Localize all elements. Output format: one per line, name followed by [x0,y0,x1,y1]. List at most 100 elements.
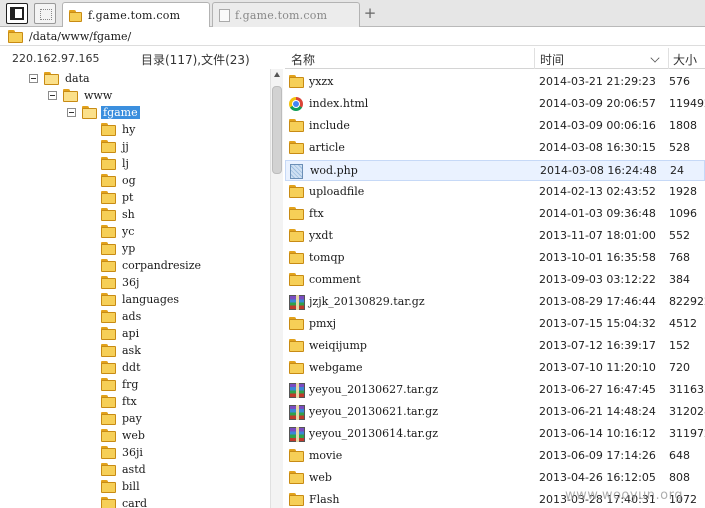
file-row[interactable]: yeyou_20130621.tar.gz 2013-06-21 14:48:24… [285,402,705,423]
scrollbar-thumb[interactable] [272,86,282,174]
file-name: movie [309,449,343,462]
tree-node-ads[interactable]: ads [101,308,141,325]
file-time: 2014-03-21 21:29:23 [539,75,656,88]
folder-icon [101,140,117,153]
file-row[interactable]: yeyou_20130614.tar.gz 2013-06-14 10:16:12… [285,424,705,445]
tree-node-languages[interactable]: languages [101,291,179,308]
tree-node-hy[interactable]: hy [101,121,135,138]
tree-node-data[interactable]: data [29,70,90,87]
file-list: yxzx 2014-03-21 21:29:23 576 index.html 2014… [285,72,705,508]
file-row[interactable]: comment 2013-09-03 03:12:22 384 [285,270,705,291]
file-time: 2013-08-29 17:46:44 [539,295,656,308]
folder-icon [101,123,117,136]
file-size: 808 [669,471,690,484]
file-row[interactable]: webgame 2013-07-10 11:20:10 720 [285,358,705,379]
tree-node-label: ads [122,310,142,323]
folder-icon [289,361,305,374]
folder-icon [289,141,305,154]
file-time: 2013-10-01 16:35:58 [539,251,656,264]
file-name: ftx [309,207,324,220]
file-time: 2013-06-14 10:16:12 [539,427,656,440]
file-size: 311972 [669,427,705,440]
tree-node-www[interactable]: www [48,87,113,104]
folder-icon [101,480,117,493]
tree-node-fgame[interactable]: fgame [67,104,140,121]
chrome-icon [289,97,303,111]
file-name: article [309,141,345,154]
tab-overview-button[interactable] [34,3,56,24]
new-tab-button[interactable]: + [362,4,378,22]
collapse-icon[interactable] [29,74,38,83]
tree-node-ask[interactable]: ask [101,342,141,359]
tree-node-yp[interactable]: yp [101,240,135,257]
tree-node-ddt[interactable]: ddt [101,359,141,376]
file-row[interactable]: tomqp 2013-10-01 16:35:58 768 [285,248,705,269]
tree-node-frg[interactable]: frg [101,376,138,393]
tree-node-label: api [122,327,140,340]
file-row[interactable]: ftx 2014-01-03 09:36:48 1096 [285,204,705,225]
file-row[interactable]: yxzx 2014-03-21 21:29:23 576 [285,72,705,93]
file-row[interactable]: pmxj 2013-07-15 15:04:32 4512 [285,314,705,335]
file-name: jzjk_20130829.tar.gz [309,295,425,308]
tab-active[interactable]: f.game.tom.com [62,2,210,28]
tree-scrollbar[interactable] [270,69,283,508]
sidebar-toggle-button[interactable] [6,3,28,24]
tree-node-yc[interactable]: yc [101,223,134,240]
tree-node-bill[interactable]: bill [101,478,140,495]
tree-node-36ji[interactable]: 36ji [101,444,143,461]
file-row[interactable]: article 2014-03-08 16:30:15 528 [285,138,705,159]
file-size: 552 [669,229,690,242]
file-time: 2014-03-08 16:30:15 [539,141,656,154]
collapse-icon[interactable] [48,91,57,100]
folder-icon [101,157,117,170]
tree-node-og[interactable]: og [101,172,136,189]
file-size: 1928 [669,185,697,198]
folder-icon [101,225,117,238]
column-size[interactable]: 大小 [673,51,697,68]
file-row[interactable]: yxdt 2013-11-07 18:01:00 552 [285,226,705,247]
address-bar[interactable]: /data/www/fgame/ [0,27,705,46]
scroll-up-arrow-icon[interactable] [274,72,280,77]
file-row[interactable]: include 2014-03-09 00:06:16 1808 [285,116,705,137]
file-row[interactable]: wod.php 2014-03-08 16:24:48 24 [285,160,705,181]
file-name: yeyou_20130627.tar.gz [309,383,438,396]
collapse-icon[interactable] [67,108,76,117]
page-icon [219,8,230,22]
file-time: 2013-11-07 18:01:00 [539,229,656,242]
file-row[interactable]: web 2013-04-26 16:12:05 808 [285,468,705,489]
tree-header: 220.162.97.165 目录(117),文件(23) [0,48,285,69]
tree-node-astd[interactable]: astd [101,461,146,478]
tree-node-web[interactable]: web [101,427,145,444]
tree-node-36j[interactable]: 36j [101,274,139,291]
tree-node-pt[interactable]: pt [101,189,133,206]
file-name: yeyou_20130614.tar.gz [309,427,438,440]
tree-node-sh[interactable]: sh [101,206,135,223]
tree-node-label: www [84,89,113,102]
file-size: 152 [669,339,690,352]
file-row[interactable]: uploadfile 2014-02-13 02:43:52 1928 [285,182,705,203]
tree-node-label: fgame [101,106,140,119]
file-row[interactable]: weiqijump 2013-07-12 16:39:17 152 [285,336,705,357]
file-size: 1096 [669,207,697,220]
folder-icon [69,9,83,22]
folder-icon [289,317,305,330]
file-row[interactable]: movie 2013-06-09 17:14:26 648 [285,446,705,467]
tree-node-pay[interactable]: pay [101,410,142,427]
file-row[interactable]: index.html 2014-03-09 20:06:57 119492 [285,94,705,115]
file-name: yxdt [309,229,333,242]
tree-node-api[interactable]: api [101,325,139,342]
file-row[interactable]: jzjk_20130829.tar.gz 2013-08-29 17:46:44 8… [285,292,705,313]
tree-node-card[interactable]: card [101,495,147,508]
column-time[interactable]: 时间 [540,51,564,68]
tree-node-lj[interactable]: lj [101,155,129,172]
tree-node-label: frg [122,378,139,391]
tab-inactive[interactable]: f.game.tom.com [212,2,360,27]
tree-node-corpandresize[interactable]: corpandresize [101,257,201,274]
column-name[interactable]: 名称 [291,51,315,68]
tree-node-ftx[interactable]: ftx [101,393,137,410]
file-row[interactable]: yeyou_20130627.tar.gz 2013-06-27 16:47:45… [285,380,705,401]
chevron-down-icon[interactable] [650,53,660,63]
tree-node-jj[interactable]: jj [101,138,129,155]
file-time: 2014-03-08 16:24:48 [540,164,657,177]
directory-count: 目录(117),文件(23) [141,53,250,67]
